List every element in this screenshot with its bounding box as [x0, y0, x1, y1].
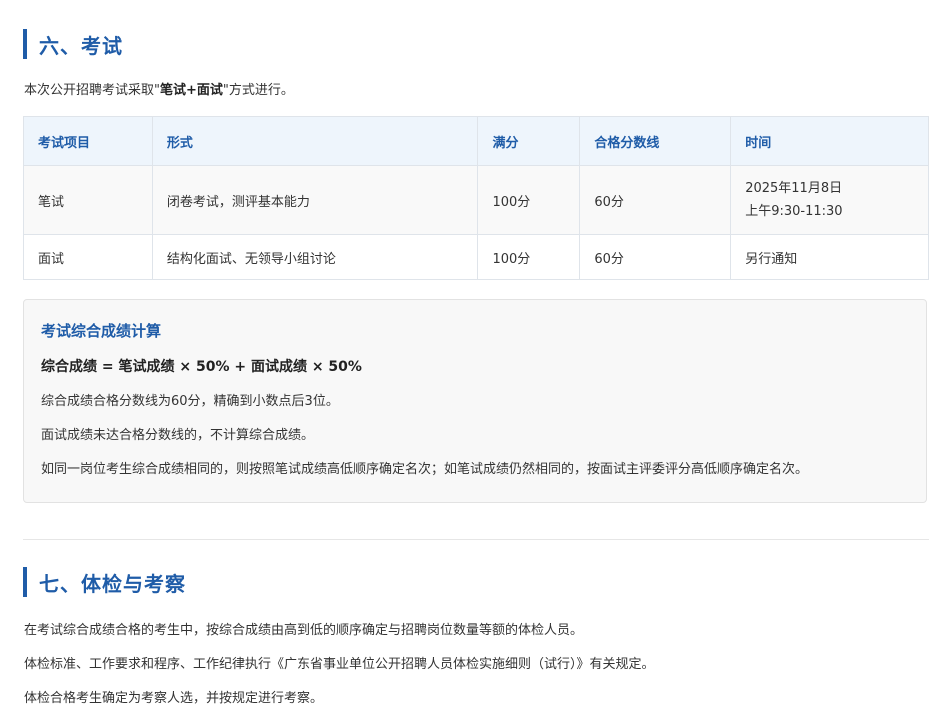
cell-item: 笔试 [23, 165, 153, 235]
score-rule-tiebreak: 如同一岗位考生综合成绩相同的，则按照笔试成绩高低顺序确定名次；如笔试成绩仍然相同… [41, 462, 809, 477]
cell-time: 2025年11月8日 上午9:30-11:30 [730, 165, 929, 235]
score-rule-interview: 面试成绩未达合格分数线的，不计算综合成绩。 [41, 428, 315, 443]
section-title-medical: 七、体检与考察 [39, 571, 186, 596]
exam-table: 考试项目 形式 满分 合格分数线 时间 笔试 闭卷考试，测评基本能力 100分 … [23, 116, 929, 280]
medical-paragraph-3: 体检合格考生确定为考察人选，并按规定进行考察。 [24, 691, 324, 706]
header-pass-line: 合格分数线 [579, 116, 732, 166]
cell-pass-line: 60分 [579, 165, 732, 235]
medical-paragraph-1: 在考试综合成绩合格的考生中，按综合成绩由高到低的顺序确定与招聘岗位数量等额的体检… [24, 623, 584, 638]
heading-accent-bar [23, 567, 27, 597]
section-heading-medical: 七、体检与考察 [23, 567, 186, 597]
cell-item: 面试 [23, 234, 153, 280]
medical-paragraph-2: 体检标准、工作要求和程序、工作纪律执行《广东省事业单位公开招聘人员体检实施细则（… [24, 657, 655, 672]
section-divider [23, 539, 929, 540]
cell-time-hours: 上午9:30-11:30 [745, 204, 843, 219]
table-header-row: 考试项目 形式 满分 合格分数线 时间 [23, 116, 929, 166]
header-form: 形式 [151, 116, 479, 166]
cell-full-score: 100分 [477, 165, 581, 235]
header-time: 时间 [730, 116, 929, 166]
table-row-interview: 面试 结构化面试、无领导小组讨论 100分 60分 另行通知 [23, 234, 929, 280]
header-full-score: 满分 [477, 116, 581, 166]
cell-full-score: 100分 [477, 234, 581, 280]
cell-pass-line: 60分 [579, 234, 732, 280]
table-row-written-exam: 笔试 闭卷考试，测评基本能力 100分 60分 2025年11月8日 上午9:3… [23, 165, 929, 235]
exam-intro-text: 本次公开招聘考试采取"笔试+面试"方式进行。 [24, 79, 294, 98]
section-title-exam: 六、考试 [39, 33, 123, 58]
exam-intro-prefix: 本次公开招聘考试采取" [24, 83, 160, 98]
score-rule-pass-line: 综合成绩合格分数线为60分，精确到小数点后3位。 [41, 394, 339, 409]
score-box-title: 考试综合成绩计算 [41, 322, 162, 340]
cell-form: 结构化面试、无领导小组讨论 [151, 234, 479, 280]
score-calculation-box: 考试综合成绩计算 综合成绩 = 笔试成绩 × 50% + 面试成绩 × 50% … [23, 299, 927, 503]
section-heading-exam: 六、考试 [23, 29, 123, 59]
cell-time-date: 2025年11月8日 [745, 181, 843, 196]
cell-time: 另行通知 [730, 234, 929, 280]
score-formula: 综合成绩 = 笔试成绩 × 50% + 面试成绩 × 50% [41, 359, 362, 375]
header-exam-item: 考试项目 [23, 116, 153, 166]
exam-intro-method: 笔试+面试 [159, 83, 223, 98]
cell-form: 闭卷考试，测评基本能力 [151, 165, 479, 235]
exam-intro-suffix: "方式进行。 [222, 83, 294, 98]
heading-accent-bar [23, 29, 27, 59]
